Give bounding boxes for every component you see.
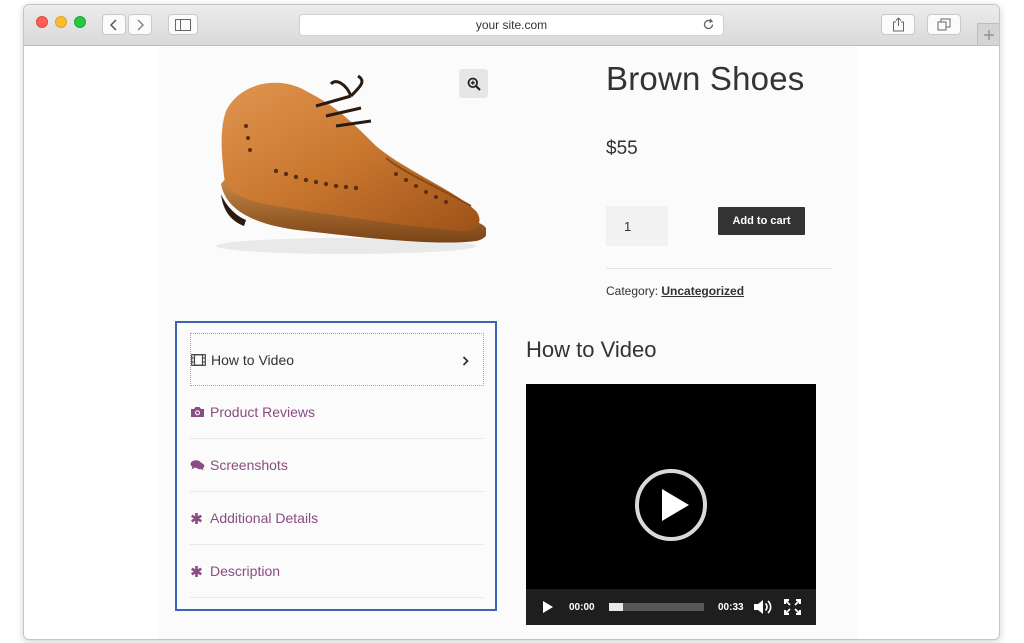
minimize-window-button[interactable] — [55, 16, 67, 28]
chevron-right-icon — [137, 18, 145, 31]
share-button[interactable] — [881, 14, 915, 35]
new-tab-button[interactable] — [977, 23, 999, 45]
add-to-cart-button[interactable]: Add to cart — [718, 207, 805, 235]
asterisk-icon — [190, 511, 206, 525]
zoom-window-button[interactable] — [74, 16, 86, 28]
sidebar-toggle-button[interactable] — [168, 14, 198, 35]
tab-description[interactable]: Description — [190, 545, 484, 598]
plus-icon — [983, 29, 994, 40]
address-bar[interactable]: your site.com — [299, 14, 724, 36]
tab-label: Screenshots — [210, 457, 288, 473]
current-time: 00:00 — [569, 602, 595, 613]
forward-button[interactable] — [128, 14, 152, 35]
tabs-overview-button[interactable] — [927, 14, 961, 35]
browser-toolbar: your site.com — [24, 5, 999, 46]
url-text: your site.com — [475, 18, 548, 32]
zoom-image-button[interactable] — [459, 69, 488, 98]
sidebar-icon — [175, 18, 191, 31]
product-title: Brown Shoes — [606, 60, 805, 97]
tab-screenshots[interactable]: Screenshots — [190, 439, 484, 492]
reload-icon — [703, 18, 714, 30]
volume-icon[interactable] — [753, 599, 772, 615]
product-page: Brown Shoes $55 Add to cart Category: Un… — [24, 46, 999, 639]
fullscreen-icon[interactable] — [784, 599, 801, 615]
brown-shoe-image — [216, 74, 486, 254]
film-icon — [191, 353, 207, 367]
tab-label: Additional Details — [210, 510, 319, 526]
video-controls: 00:00 00:33 — [526, 589, 816, 625]
chevron-right-icon — [462, 353, 469, 369]
video-player[interactable]: 00:00 00:33 — [526, 384, 816, 625]
comments-icon — [190, 458, 206, 472]
back-button[interactable] — [102, 14, 126, 35]
play-icon[interactable] — [542, 600, 554, 614]
video-progress-bar[interactable] — [609, 603, 704, 611]
product-price: $55 — [606, 138, 638, 159]
tab-additional-details[interactable]: Additional Details — [190, 492, 484, 545]
browser-window: your site.com Brown Shoes $55 1 Add to c… — [23, 4, 1000, 640]
reload-button[interactable] — [702, 18, 715, 34]
camera-icon — [190, 405, 206, 419]
category-link[interactable]: Uncategorized — [661, 284, 744, 298]
asterisk-icon — [190, 564, 206, 578]
close-window-button[interactable] — [36, 16, 48, 28]
chevron-left-icon — [109, 18, 117, 31]
tabs-icon — [937, 18, 951, 31]
magnifier-icon — [467, 77, 481, 91]
video-progress-fill — [609, 603, 624, 611]
duration-time: 00:33 — [718, 602, 744, 613]
video-heading: How to Video — [526, 337, 657, 362]
tab-label: How to Video — [211, 351, 295, 368]
share-icon — [892, 17, 904, 32]
product-tabs: How to Video Product Reviews Screenshots — [175, 321, 497, 611]
category-label: Category: — [606, 284, 659, 298]
tab-how-to-video[interactable]: How to Video — [190, 333, 484, 386]
tab-label: Product Reviews — [210, 404, 316, 420]
tab-label: Description — [210, 563, 281, 579]
quantity-input[interactable] — [606, 206, 668, 246]
product-category: Category: Uncategorized — [606, 284, 744, 298]
meta-divider — [606, 268, 832, 269]
play-overlay-icon[interactable] — [634, 468, 708, 542]
tab-product-reviews[interactable]: Product Reviews — [190, 386, 484, 439]
